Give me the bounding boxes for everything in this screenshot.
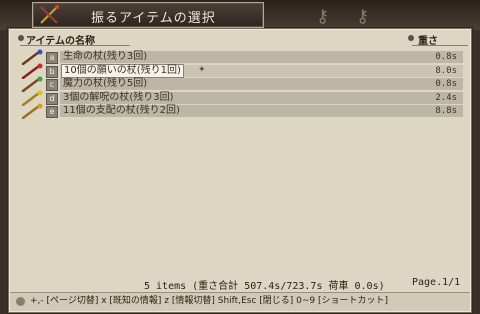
item-name-cell: 10個の願いの杖(残り1回) ✦ 8.0s (60, 63, 463, 78)
item-row[interactable]: b 10個の願いの杖(残り1回) ✦ 8.0s (20, 63, 463, 79)
item-name-cell: 3個の解呪の杖(残り3回) 2.4s (60, 91, 463, 104)
item-name: 11個の支配の杖(残り2回) (63, 105, 180, 116)
window-title: 振るアイテムの選択 (91, 11, 216, 26)
item-weight: 8.8s (435, 106, 457, 116)
key-icon: ⚷ (356, 6, 370, 27)
help-bar: +,- [ページ切替] x [既知の情報] z [情報切替] Shift,Esc… (10, 292, 470, 311)
item-name-cell: 魔力の杖(残り5回) 0.8s (60, 78, 463, 90)
shortcut-key: c (46, 79, 58, 91)
staff-icon (21, 103, 43, 119)
shortcut-key: e (46, 106, 58, 118)
item-row[interactable]: d 3個の解呪の杖(残り3回) 2.4s (20, 90, 463, 106)
item-name: 魔力の杖(残り5回) (63, 78, 148, 89)
item-row[interactable]: c 魔力の杖(残り5回) 0.8s (20, 76, 463, 92)
bullet-icon (18, 35, 24, 41)
shortcut-key: d (46, 92, 58, 105)
bullet-icon (16, 297, 25, 306)
bullet-icon (408, 35, 414, 41)
item-name-cell: 11個の支配の杖(残り2回) 8.8s (60, 105, 463, 117)
help-text: +,- [ページ切替] x [既知の情報] z [情報切替] Shift,Esc… (30, 296, 389, 306)
item-weight: 0.8s (435, 52, 457, 62)
item-row[interactable]: a 生命の杖(残り3回) 0.8s (20, 49, 463, 65)
pointer-icon: ✦ (198, 64, 206, 75)
header-underline (20, 45, 130, 46)
title-plate: 振るアイテムの選択 (32, 2, 264, 28)
item-name: 3個の解呪の杖(残り3回) (63, 91, 174, 103)
item-name: 生命の杖(残り3回) (63, 51, 148, 62)
page-indicator: Page.1/1 (412, 277, 461, 288)
item-name-cell: 生命の杖(残り3回) 0.8s (60, 51, 463, 63)
list-header: アイテムの名称 重さ (18, 32, 468, 47)
item-name: 10個の願いの杖(残り1回) (61, 63, 184, 78)
shortcut-key: b (46, 65, 58, 78)
crossed-staves-icon (40, 5, 59, 24)
key-icon: ⚷ (316, 6, 330, 27)
shortcut-key: a (46, 52, 58, 64)
item-row[interactable]: e 11個の支配の杖(残り2回) 8.8s (20, 103, 463, 119)
header-underline (412, 45, 468, 46)
item-weight: 2.4s (435, 92, 457, 103)
weight-summary: 5 items (重さ合計 507.4s/723.7s 荷車 0.0s) (144, 281, 385, 292)
item-weight: 8.0s (435, 65, 457, 76)
item-weight: 0.8s (435, 79, 457, 89)
